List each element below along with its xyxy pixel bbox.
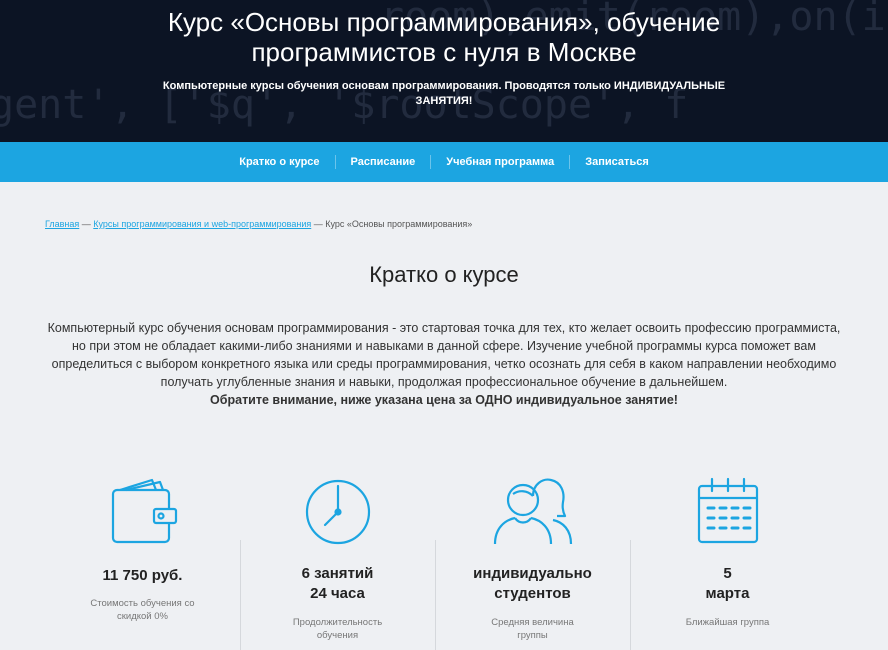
feature-group-value: студентов bbox=[494, 585, 571, 602]
breadcrumb-category-link[interactable]: Курсы программирования и web-программиро… bbox=[93, 219, 311, 229]
section-title: Кратко о курсе bbox=[369, 262, 519, 287]
wallet-icon bbox=[111, 478, 177, 544]
feature-duration-label: обучения bbox=[316, 630, 359, 641]
page-title: Курс «Основы программирования», обучение… bbox=[167, 7, 721, 67]
breadcrumb-separator: — bbox=[311, 219, 326, 229]
people-icon bbox=[493, 478, 572, 545]
feature-group-size: индивидуально студентов Средняя величина… bbox=[435, 476, 630, 650]
breadcrumb: Главная — Курсы программирования и web-п… bbox=[45, 219, 472, 229]
feature-next-group: 5 марта Ближайшая группа bbox=[630, 476, 825, 650]
breadcrumb-separator: — bbox=[79, 219, 94, 229]
clock-icon bbox=[305, 479, 370, 545]
feature-duration-value: 24 часа bbox=[310, 585, 365, 602]
feature-price-label: скидкой 0% bbox=[117, 611, 168, 622]
feature-price: 11 750 руб. Стоимость обучения со скидко… bbox=[45, 476, 240, 650]
hero-banner: room),emit(room),on(io, room gent', ['$q… bbox=[0, 0, 888, 142]
calendar-icon bbox=[697, 477, 758, 544]
description-text: Компьютерный курс обучения основам прогр… bbox=[47, 321, 841, 389]
page-subtitle: Компьютерные курсы обучения основам прог… bbox=[162, 80, 726, 107]
nav-item-schedule[interactable]: Расписание bbox=[334, 155, 431, 169]
nav-item-program[interactable]: Учебная программа bbox=[430, 155, 569, 169]
feature-price-value: 11 750 руб. bbox=[102, 567, 183, 584]
section-nav: Кратко о курсе Расписание Учебная програ… bbox=[0, 142, 888, 182]
feature-duration: 6 занятий 24 часа Продолжительность обуч… bbox=[240, 476, 435, 650]
nav-item-about[interactable]: Кратко о курсе bbox=[224, 155, 334, 169]
feature-date-value: 5 bbox=[723, 565, 732, 582]
breadcrumb-current: Курс «Основы программирования» bbox=[325, 219, 473, 229]
feature-duration-value: 6 занятий bbox=[301, 565, 374, 582]
feature-group-label: группы bbox=[517, 630, 548, 641]
nav-item-signup[interactable]: Записаться bbox=[569, 155, 663, 169]
feature-group-value: индивидуально bbox=[473, 565, 592, 582]
feature-group-label: Средняя величина bbox=[491, 617, 574, 628]
course-description: Компьютерный курс обучения основам прогр… bbox=[40, 319, 848, 409]
feature-duration-label: Продолжительность bbox=[292, 617, 383, 628]
course-features: 11 750 руб. Стоимость обучения со скидко… bbox=[45, 476, 845, 650]
feature-date-value: марта bbox=[705, 585, 750, 602]
price-note: Обратите внимание, ниже указана цена за … bbox=[210, 393, 678, 407]
breadcrumb-home-link[interactable]: Главная bbox=[45, 219, 79, 229]
feature-date-label: Ближайшая группа bbox=[685, 617, 770, 628]
feature-price-label: Стоимость обучения со bbox=[90, 598, 195, 609]
